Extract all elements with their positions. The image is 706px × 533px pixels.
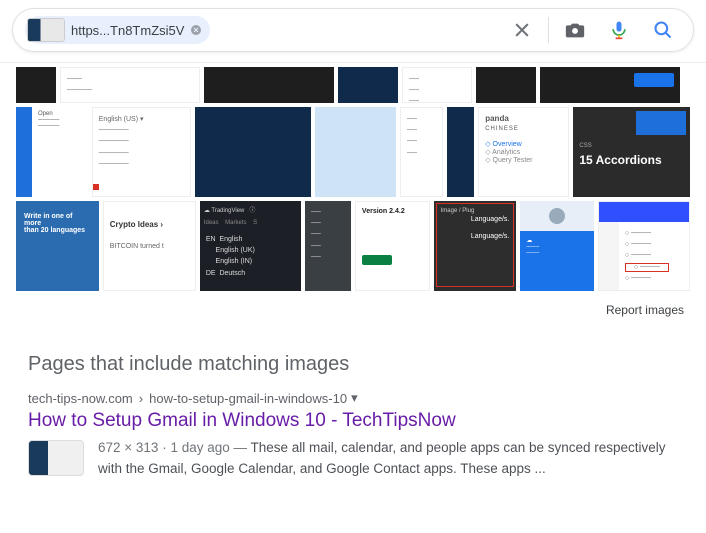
search-bar: https...Tn8TmZsi5V <box>12 8 694 52</box>
chip-thumbnail <box>27 18 65 42</box>
image-results-grid: ──────── ────── Open────────── English (… <box>0 63 706 291</box>
image-tile[interactable]: Crypto Ideas › BITCOIN turned t <box>103 201 196 291</box>
image-tile[interactable] <box>540 67 680 103</box>
result-breadcrumb[interactable]: tech-tips-now.com › how-to-setup-gmail-i… <box>28 390 678 406</box>
report-images-link[interactable]: Report images <box>0 295 706 317</box>
image-tile[interactable]: pandaCHINESE ◇ Overview ◇ Analytics ◇ Qu… <box>478 107 569 197</box>
image-tile[interactable]: ────────── <box>305 201 351 291</box>
chip-text: https...Tn8TmZsi5V <box>71 23 184 38</box>
image-tile[interactable]: English (US) ▾──────────────────────── <box>92 107 191 197</box>
mic-icon[interactable] <box>607 18 631 42</box>
image-tile[interactable] <box>204 67 334 103</box>
search-icon[interactable] <box>651 18 675 42</box>
image-tile[interactable]: ☁ TradingView ⓘ Ideas Markets S EN Engli… <box>200 201 301 291</box>
divider <box>548 17 549 43</box>
image-tile[interactable]: Version 2.4.2 <box>355 201 430 291</box>
result-title-link[interactable]: How to Setup Gmail in Windows 10 - TechT… <box>28 406 678 438</box>
matching-pages-heading: Pages that include matching images <box>0 317 706 390</box>
image-tile[interactable]: ☁────── <box>520 201 594 291</box>
image-tile[interactable]: ────── <box>402 67 472 103</box>
clear-icon[interactable] <box>510 18 534 42</box>
image-tile[interactable] <box>447 107 474 197</box>
image-tile[interactable]: ──────── <box>60 67 200 103</box>
image-tile[interactable]: Image / Plug Language/s. Language/s. <box>434 201 517 291</box>
search-image-chip[interactable]: https...Tn8TmZsi5V <box>25 16 210 44</box>
image-tile[interactable]: Write in one of morethan 20 languages <box>16 201 99 291</box>
chip-remove-icon[interactable] <box>188 22 204 38</box>
image-tile[interactable] <box>476 67 536 103</box>
image-tile[interactable] <box>315 107 396 197</box>
result-snippet: 672 × 313 · 1 day ago — These all mail, … <box>98 438 678 480</box>
search-result: tech-tips-now.com › how-to-setup-gmail-i… <box>0 390 706 500</box>
image-tile[interactable] <box>16 67 56 103</box>
result-thumbnail[interactable] <box>28 440 84 476</box>
image-tile[interactable]: CSS 15 Accordions <box>573 107 690 197</box>
image-tile[interactable]: ──────── <box>400 107 443 197</box>
image-tile[interactable]: Open────────── <box>16 107 88 197</box>
image-tile[interactable]: ○ ────○ ────○ ────○ ────○ ──── <box>598 201 690 291</box>
camera-icon[interactable] <box>563 18 587 42</box>
image-tile[interactable] <box>338 67 398 103</box>
image-tile[interactable] <box>195 107 312 197</box>
caret-down-icon[interactable]: ▾ <box>351 390 361 406</box>
